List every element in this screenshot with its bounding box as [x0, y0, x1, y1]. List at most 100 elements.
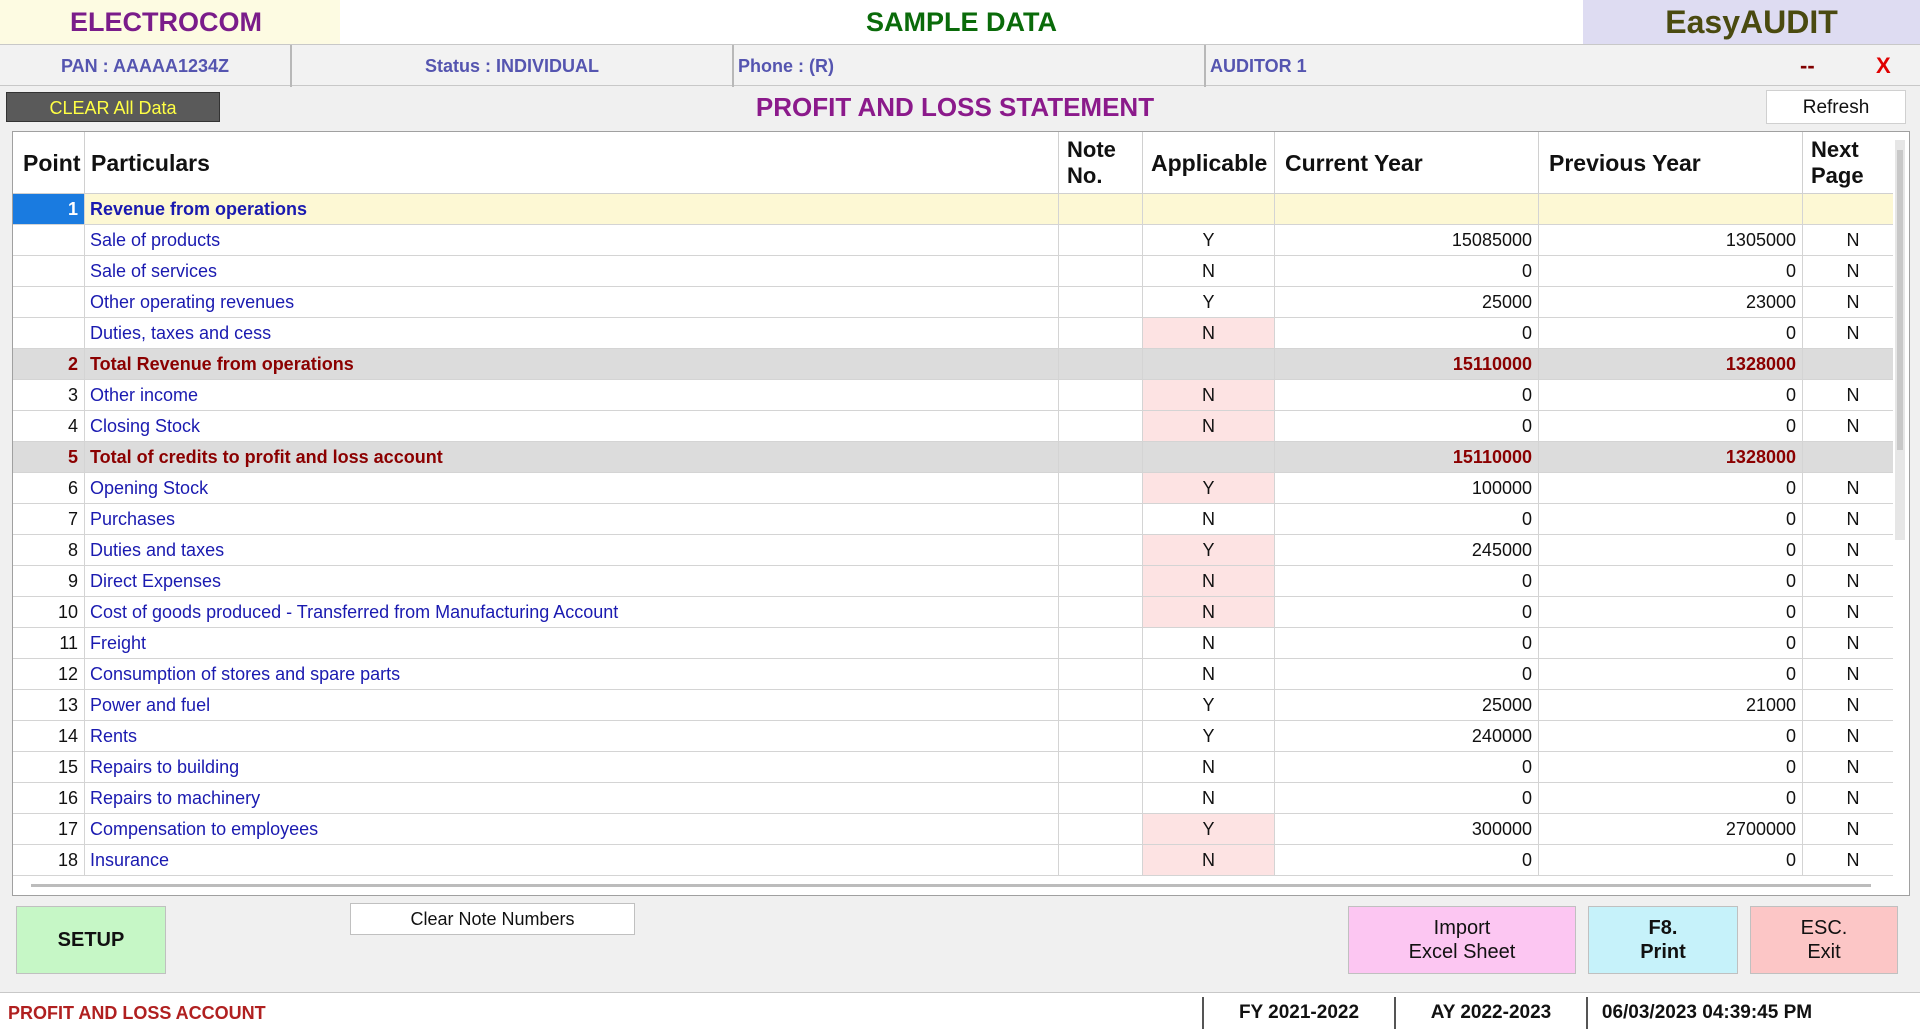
cell-previous-year[interactable]: 0: [1539, 411, 1803, 441]
table-row[interactable]: 5 Total of credits to profit and loss acc…: [13, 442, 1893, 473]
table-row[interactable]: Other operating revenues Y 25000 23000 N: [13, 287, 1893, 318]
cell-applicable[interactable]: N: [1143, 628, 1275, 658]
table-row[interactable]: 3 Other income N 0 0 N: [13, 380, 1893, 411]
cell-note[interactable]: [1059, 566, 1143, 596]
cell-current-year[interactable]: 0: [1275, 411, 1539, 441]
cell-current-year[interactable]: 100000: [1275, 473, 1539, 503]
cell-previous-year[interactable]: 0: [1539, 535, 1803, 565]
cell-previous-year[interactable]: 0: [1539, 318, 1803, 348]
table-row[interactable]: 7 Purchases N 0 0 N: [13, 504, 1893, 535]
cell-note[interactable]: [1059, 194, 1143, 224]
cell-current-year[interactable]: 240000: [1275, 721, 1539, 751]
cell-current-year[interactable]: 0: [1275, 597, 1539, 627]
close-button[interactable]: X: [1876, 45, 1891, 87]
minimize-button[interactable]: --: [1800, 45, 1815, 87]
cell-current-year[interactable]: 15110000: [1275, 442, 1539, 472]
vertical-scrollbar[interactable]: [1895, 140, 1905, 540]
cell-note[interactable]: [1059, 597, 1143, 627]
cell-applicable[interactable]: N: [1143, 566, 1275, 596]
cell-applicable[interactable]: [1143, 442, 1275, 472]
cell-current-year[interactable]: 15110000: [1275, 349, 1539, 379]
cell-note[interactable]: [1059, 752, 1143, 782]
cell-note[interactable]: [1059, 287, 1143, 317]
cell-note[interactable]: [1059, 318, 1143, 348]
col-header-previous-year[interactable]: Previous Year: [1539, 132, 1803, 194]
cell-applicable[interactable]: N: [1143, 659, 1275, 689]
scrollbar-thumb[interactable]: [1897, 150, 1903, 450]
table-row[interactable]: 11 Freight N 0 0 N: [13, 628, 1893, 659]
cell-current-year[interactable]: 0: [1275, 504, 1539, 534]
cell-applicable[interactable]: N: [1143, 783, 1275, 813]
cell-current-year[interactable]: 0: [1275, 845, 1539, 875]
cell-next-page[interactable]: N: [1803, 318, 1903, 348]
cell-current-year[interactable]: 25000: [1275, 690, 1539, 720]
setup-button[interactable]: SETUP: [16, 906, 166, 974]
cell-next-page[interactable]: N: [1803, 225, 1903, 255]
cell-previous-year[interactable]: 0: [1539, 566, 1803, 596]
cell-previous-year[interactable]: 0: [1539, 597, 1803, 627]
cell-note[interactable]: [1059, 473, 1143, 503]
cell-current-year[interactable]: 15085000: [1275, 225, 1539, 255]
cell-next-page[interactable]: N: [1803, 411, 1903, 441]
cell-current-year[interactable]: [1275, 194, 1539, 224]
cell-applicable[interactable]: [1143, 349, 1275, 379]
table-row[interactable]: 8 Duties and taxes Y 245000 0 N: [13, 535, 1893, 566]
cell-next-page[interactable]: [1803, 349, 1903, 379]
cell-applicable[interactable]: Y: [1143, 690, 1275, 720]
cell-previous-year[interactable]: 0: [1539, 752, 1803, 782]
cell-applicable[interactable]: N: [1143, 318, 1275, 348]
cell-current-year[interactable]: 300000: [1275, 814, 1539, 844]
cell-previous-year[interactable]: 0: [1539, 783, 1803, 813]
cell-current-year[interactable]: 0: [1275, 566, 1539, 596]
cell-previous-year[interactable]: 1328000: [1539, 442, 1803, 472]
cell-applicable[interactable]: N: [1143, 752, 1275, 782]
cell-previous-year[interactable]: 23000: [1539, 287, 1803, 317]
cell-note[interactable]: [1059, 721, 1143, 751]
cell-applicable[interactable]: N: [1143, 380, 1275, 410]
cell-previous-year[interactable]: 21000: [1539, 690, 1803, 720]
cell-applicable[interactable]: Y: [1143, 473, 1275, 503]
cell-next-page[interactable]: N: [1803, 566, 1903, 596]
col-header-next-page[interactable]: Next Page: [1803, 132, 1903, 194]
cell-applicable[interactable]: N: [1143, 845, 1275, 875]
cell-current-year[interactable]: 0: [1275, 783, 1539, 813]
table-row[interactable]: 16 Repairs to machinery N 0 0 N: [13, 783, 1893, 814]
cell-previous-year[interactable]: 0: [1539, 504, 1803, 534]
table-row[interactable]: 1 Revenue from operations: [13, 194, 1893, 225]
table-row[interactable]: 14 Rents Y 240000 0 N: [13, 721, 1893, 752]
cell-note[interactable]: [1059, 411, 1143, 441]
cell-previous-year[interactable]: 2700000: [1539, 814, 1803, 844]
cell-next-page[interactable]: N: [1803, 690, 1903, 720]
cell-note[interactable]: [1059, 349, 1143, 379]
cell-current-year[interactable]: 0: [1275, 659, 1539, 689]
clear-note-numbers-button[interactable]: Clear Note Numbers: [350, 903, 635, 935]
cell-applicable[interactable]: Y: [1143, 287, 1275, 317]
print-button[interactable]: F8. Print: [1588, 906, 1738, 974]
cell-next-page[interactable]: N: [1803, 628, 1903, 658]
cell-note[interactable]: [1059, 659, 1143, 689]
col-header-particulars[interactable]: Particulars: [85, 132, 1059, 194]
cell-next-page[interactable]: N: [1803, 721, 1903, 751]
cell-previous-year[interactable]: 1328000: [1539, 349, 1803, 379]
cell-current-year[interactable]: 0: [1275, 318, 1539, 348]
col-header-point[interactable]: Point: [13, 132, 85, 194]
cell-next-page[interactable]: N: [1803, 504, 1903, 534]
table-row[interactable]: Sale of products Y 15085000 1305000 N: [13, 225, 1893, 256]
table-row[interactable]: 12 Consumption of stores and spare parts N…: [13, 659, 1893, 690]
cell-next-page[interactable]: N: [1803, 845, 1903, 875]
exit-button[interactable]: ESC. Exit: [1750, 906, 1898, 974]
col-header-note[interactable]: Note No.: [1059, 132, 1143, 194]
cell-next-page[interactable]: N: [1803, 380, 1903, 410]
cell-next-page[interactable]: N: [1803, 659, 1903, 689]
cell-applicable[interactable]: N: [1143, 504, 1275, 534]
cell-next-page[interactable]: N: [1803, 814, 1903, 844]
cell-applicable[interactable]: Y: [1143, 225, 1275, 255]
table-row[interactable]: 17 Compensation to employees Y 300000 270000…: [13, 814, 1893, 845]
cell-next-page[interactable]: N: [1803, 473, 1903, 503]
cell-note[interactable]: [1059, 442, 1143, 472]
cell-note[interactable]: [1059, 256, 1143, 286]
cell-note[interactable]: [1059, 814, 1143, 844]
cell-previous-year[interactable]: 0: [1539, 628, 1803, 658]
cell-applicable[interactable]: N: [1143, 411, 1275, 441]
cell-applicable[interactable]: Y: [1143, 535, 1275, 565]
